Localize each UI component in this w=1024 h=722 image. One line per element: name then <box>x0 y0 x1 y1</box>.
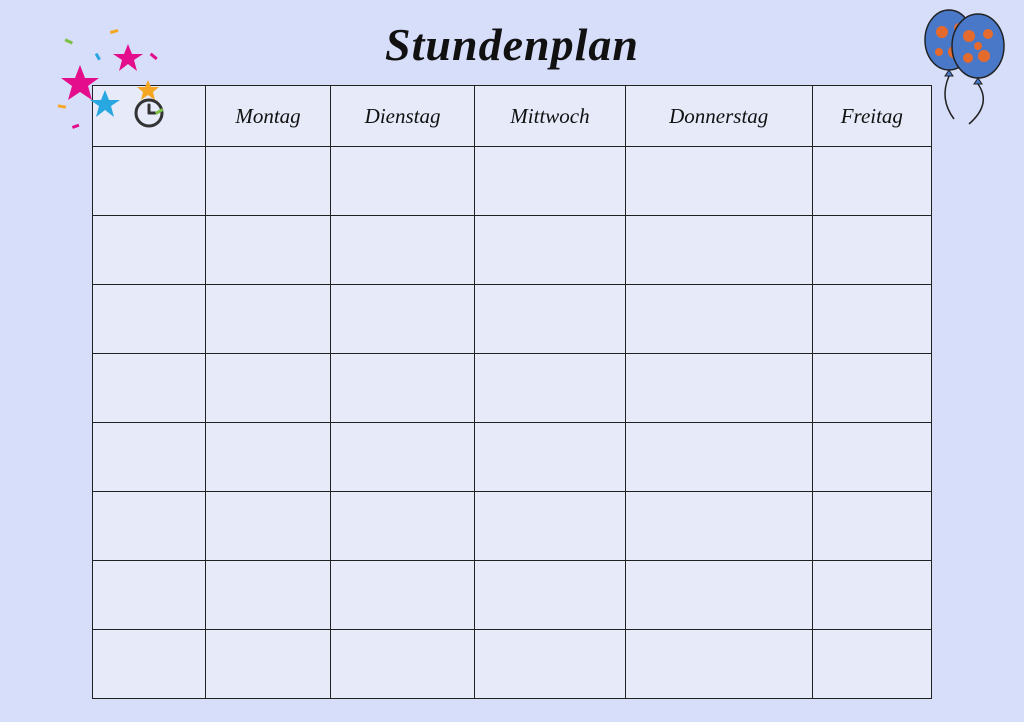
cell <box>206 354 331 423</box>
cell <box>330 285 474 354</box>
cell <box>812 630 931 699</box>
cell <box>206 492 331 561</box>
table-row <box>93 561 932 630</box>
cell <box>475 561 626 630</box>
cell <box>206 285 331 354</box>
header-day-2: Dienstag <box>330 86 474 147</box>
cell <box>330 630 474 699</box>
cell <box>812 216 931 285</box>
cell <box>625 423 812 492</box>
cell <box>206 147 331 216</box>
cell <box>330 492 474 561</box>
cell <box>206 216 331 285</box>
header-day-1: Montag <box>206 86 331 147</box>
cell <box>330 561 474 630</box>
cell <box>475 630 626 699</box>
cell <box>625 354 812 423</box>
cell <box>206 630 331 699</box>
cell <box>475 423 626 492</box>
header-day-4: Donnerstag <box>625 86 812 147</box>
cell <box>812 285 931 354</box>
cell-time <box>93 354 206 423</box>
cell-time <box>93 561 206 630</box>
table-row <box>93 354 932 423</box>
cell <box>625 285 812 354</box>
cell <box>625 561 812 630</box>
cell <box>475 216 626 285</box>
cell-time <box>93 216 206 285</box>
cell <box>206 561 331 630</box>
table-row <box>93 216 932 285</box>
cell <box>812 423 931 492</box>
table-row <box>93 285 932 354</box>
table-row <box>93 630 932 699</box>
timetable: Montag Dienstag Mittwoch Donnerstag Frei… <box>92 85 932 699</box>
table-row <box>93 492 932 561</box>
cell <box>330 354 474 423</box>
cell <box>475 147 626 216</box>
cell-time <box>93 147 206 216</box>
cell <box>812 561 931 630</box>
cell-time <box>93 630 206 699</box>
cell <box>625 216 812 285</box>
cell <box>475 354 626 423</box>
cell <box>812 492 931 561</box>
cell <box>625 492 812 561</box>
cell-time <box>93 423 206 492</box>
cell <box>475 285 626 354</box>
table-row <box>93 147 932 216</box>
cell <box>625 630 812 699</box>
balloons-icon <box>914 4 1014 144</box>
stars-confetti-icon <box>50 20 190 140</box>
cell <box>812 147 931 216</box>
cell <box>625 147 812 216</box>
header-day-3: Mittwoch <box>475 86 626 147</box>
cell <box>475 492 626 561</box>
cell <box>330 423 474 492</box>
table-row <box>93 423 932 492</box>
cell-time <box>93 492 206 561</box>
cell <box>206 423 331 492</box>
cell <box>812 354 931 423</box>
cell <box>330 216 474 285</box>
cell <box>330 147 474 216</box>
cell-time <box>93 285 206 354</box>
